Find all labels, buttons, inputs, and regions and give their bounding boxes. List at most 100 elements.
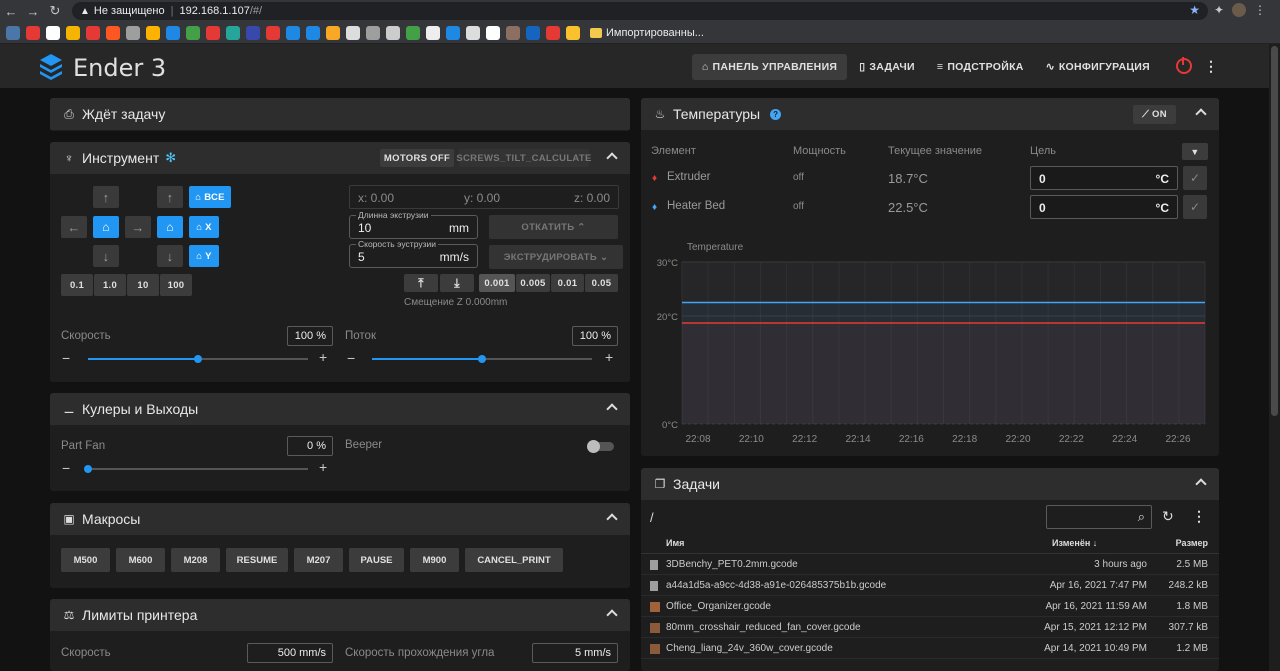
part-fan-slider-thumb[interactable] (84, 465, 92, 473)
bookmark-icon[interactable] (266, 25, 280, 40)
bookmark-icon[interactable] (386, 25, 400, 40)
nav-tune[interactable]: ≡ ПОДСТРОЙКА (927, 54, 1034, 80)
home-z-button[interactable]: ⌂ (157, 216, 183, 238)
table-row[interactable]: 80mm_crosshair_reduced_fan_cover.gcode A… (641, 617, 1219, 638)
jobs-search-input[interactable]: ⌕ (1046, 505, 1152, 529)
speed-slider[interactable] (88, 355, 308, 363)
table-row[interactable]: Office_Organizer.gcode Apr 16, 2021 11:5… (641, 596, 1219, 617)
macro-resume-button[interactable]: RESUME (226, 548, 288, 572)
bookmark-icon[interactable] (366, 25, 380, 40)
table-row[interactable]: 3DBenchy_PET0.2mm.gcode 3 hours ago 2.5 … (641, 554, 1219, 575)
speed-plus-icon[interactable]: + (319, 349, 327, 365)
bookmark-icon[interactable] (226, 25, 240, 40)
speed-slider-thumb[interactable] (194, 355, 202, 363)
bookmark-icon[interactable] (546, 25, 560, 40)
bookmark-star-icon[interactable]: ★ (1189, 3, 1200, 17)
forward-icon[interactable]: → (22, 0, 44, 22)
puzzle-icon[interactable]: ✦ (1214, 3, 1224, 17)
z-up-button[interactable]: ⤒ (404, 274, 438, 292)
extrude-length-field[interactable]: Длинна экструзии 10 mm (349, 210, 478, 239)
speed-value-field[interactable]: 100 % (287, 326, 333, 346)
step-100-button[interactable]: 100 (160, 274, 192, 296)
z-step-0.01-button[interactable]: 0.01 (551, 274, 584, 292)
col-modified[interactable]: Изменён ↓ (1052, 538, 1097, 548)
bookmark-icon[interactable] (326, 25, 340, 40)
macro-m500-button[interactable]: M500 (61, 548, 110, 572)
collapse-chevron-icon[interactable] (606, 609, 618, 621)
flow-plus-icon[interactable]: + (605, 349, 613, 365)
bookmark-vk-icon[interactable] (6, 25, 20, 40)
bed-target-field[interactable]: 0 °C (1030, 195, 1178, 219)
macro-cancel-print-button[interactable]: CANCEL_PRINT (465, 548, 563, 572)
bookmark-icon[interactable] (66, 25, 80, 40)
bookmark-icon[interactable] (86, 25, 100, 40)
bookmark-icon[interactable] (466, 25, 480, 40)
bookmark-icon[interactable] (506, 25, 520, 40)
corner-speed-field[interactable]: 5 mm/s (532, 643, 618, 663)
bed-apply-check-icon[interactable]: ✓ (1183, 195, 1207, 219)
bookmark-youtube-icon[interactable] (26, 25, 40, 40)
bookmark-icon[interactable] (126, 25, 140, 40)
browser-menu-icon[interactable]: ⋮ (1254, 3, 1266, 17)
bookmark-icon[interactable] (566, 25, 580, 40)
nav-configuration[interactable]: ∿ КОНФИГУРАЦИЯ (1036, 54, 1160, 80)
bookmark-icon[interactable] (186, 25, 200, 40)
bookmark-icon[interactable] (426, 25, 440, 40)
part-fan-slider[interactable] (84, 465, 308, 473)
y-minus-button[interactable]: ↓ (93, 245, 119, 267)
table-row[interactable]: Cheng_liang_24v_360w_cover.gcode Apr 14,… (641, 638, 1219, 659)
bookmark-icon[interactable] (486, 25, 500, 40)
speed-minus-icon[interactable]: − (62, 350, 70, 366)
jobs-menu-icon[interactable]: ⋮ (1192, 508, 1206, 525)
extruder-apply-check-icon[interactable]: ✓ (1183, 166, 1207, 190)
col-size[interactable]: Размер (1176, 538, 1208, 548)
part-fan-minus-icon[interactable]: − (62, 460, 70, 476)
nav-jobs[interactable]: ▯ ЗАДАЧИ (849, 54, 925, 80)
x-plus-button[interactable]: → (125, 216, 151, 238)
macro-m900-button[interactable]: M900 (410, 548, 459, 572)
home-xy-button[interactable]: ⌂ (93, 216, 119, 238)
app-menu-icon[interactable]: ⋮ (1204, 58, 1218, 75)
motors-off-button[interactable]: MOTORS OFF (380, 149, 454, 167)
part-fan-plus-icon[interactable]: + (319, 459, 327, 475)
help-icon[interactable]: ? (770, 108, 782, 120)
x-minus-button[interactable]: ← (61, 216, 87, 238)
screws-tilt-button[interactable]: SCREWS_TILT_CALCULATE (456, 149, 591, 167)
address-bar[interactable]: ▲ Не защищено | 192.168.1.107/#/ ★ (72, 2, 1208, 20)
z-down-button[interactable]: ⤓ (440, 274, 474, 292)
reload-icon[interactable]: ↻ (44, 0, 66, 22)
home-y-button[interactable]: ⌂ Y (189, 245, 219, 267)
profile-avatar[interactable] (1232, 3, 1246, 17)
collapse-chevron-icon[interactable] (606, 513, 618, 525)
bookmark-gmail-icon[interactable] (46, 25, 60, 40)
macro-pause-button[interactable]: PAUSE (349, 548, 404, 572)
beeper-toggle[interactable] (587, 440, 614, 453)
bookmark-icon[interactable] (526, 25, 540, 40)
y-plus-button[interactable]: ↑ (93, 186, 119, 208)
collapse-chevron-icon[interactable] (606, 403, 618, 415)
z-minus-button[interactable]: ↓ (157, 245, 183, 267)
flow-value-field[interactable]: 100 % (572, 326, 618, 346)
z-step-0.005-button[interactable]: 0.005 (516, 274, 550, 292)
bookmark-icon[interactable] (166, 25, 180, 40)
bookmark-icon[interactable] (346, 25, 360, 40)
chart-toggle-button[interactable]: ⟋ ON (1133, 105, 1176, 124)
extrude-speed-field[interactable]: Скорость эуструзии 5 mm/s (349, 239, 478, 268)
col-name[interactable]: Имя (666, 538, 684, 548)
step-10-button[interactable]: 10 (127, 274, 159, 296)
z-step-0.05-button[interactable]: 0.05 (585, 274, 618, 292)
bookmark-icon[interactable] (446, 25, 460, 40)
flow-slider-thumb[interactable] (478, 355, 486, 363)
nav-dashboard[interactable]: ⌂ ПАНЕЛЬ УПРАВЛЕНИЯ (691, 54, 848, 80)
home-all-button[interactable]: ⌂ ВСЕ (189, 186, 231, 208)
bookmark-icon[interactable] (306, 25, 320, 40)
limits-speed-field[interactable]: 500 mm/s (247, 643, 333, 663)
step-1.0-button[interactable]: 1.0 (94, 274, 126, 296)
bookmark-icon[interactable] (106, 25, 120, 40)
bookmark-icon[interactable] (146, 25, 160, 40)
flow-minus-icon[interactable]: − (347, 350, 355, 366)
extrude-button[interactable]: ЭКСТРУДИРОВАТЬ ⌄ (489, 245, 623, 269)
refresh-icon[interactable]: ↻ (1162, 508, 1174, 525)
macro-m600-button[interactable]: M600 (116, 548, 165, 572)
bookmark-icon[interactable] (406, 25, 420, 40)
